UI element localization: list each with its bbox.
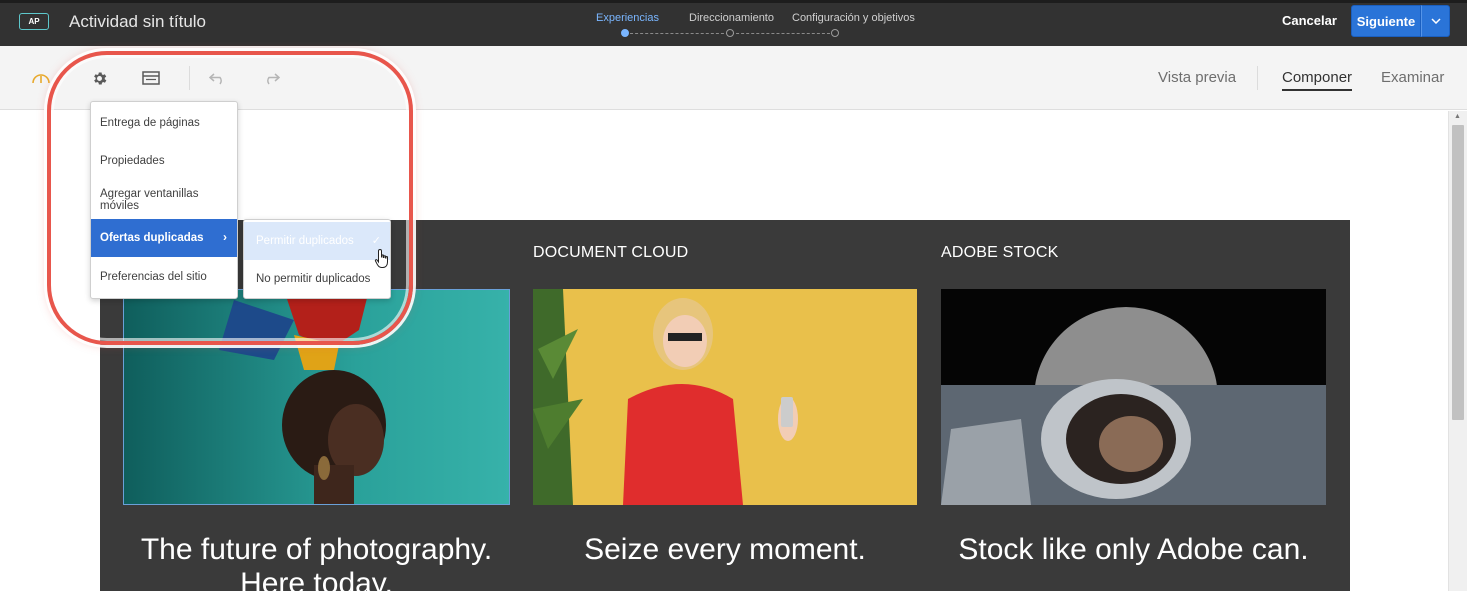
cancel-button[interactable]: Cancelar (1282, 13, 1337, 28)
adobe-stock-image[interactable] (941, 289, 1326, 505)
workflow-steps: Experiencias Direccionamiento Configurac… (590, 0, 920, 46)
chevron-right-icon: › (223, 230, 227, 244)
column-heading-2: DOCUMENT CLOUD (533, 244, 689, 261)
menu-item-duplicate-offers[interactable]: Ofertas duplicadas › (91, 219, 237, 257)
menu-item-site-preferences[interactable]: Preferencias del sitio (91, 258, 237, 296)
checkmark-icon: ✓ (371, 235, 381, 247)
duplicate-offers-submenu: Permitir duplicados ✓ No permitir duplic… (243, 219, 391, 299)
toolbar-separator (189, 66, 190, 90)
step-experiences[interactable]: Experiencias (596, 12, 659, 24)
next-dropdown-button[interactable] (1421, 5, 1450, 37)
step-dot-goals[interactable] (831, 29, 839, 37)
document-cloud-image[interactable] (533, 289, 917, 505)
column-heading-3: ADOBE STOCK (941, 244, 1059, 261)
next-button[interactable]: Siguiente (1351, 5, 1421, 37)
tab-compose[interactable]: Componer (1282, 69, 1353, 91)
tagline-1: The future of photography. Here today. (123, 533, 510, 591)
photography-image[interactable] (123, 289, 510, 505)
tagline-2: Seize every moment. (584, 533, 866, 566)
submenu-allow-duplicates-label: Permitir duplicados (256, 235, 354, 247)
gauge-icon[interactable] (31, 68, 51, 88)
tagline-1-line-2: Here today. (240, 567, 393, 591)
layout-icon[interactable] (141, 68, 161, 88)
canvas-scrollbar[interactable]: ▲ (1448, 111, 1467, 591)
step-dot-experiences[interactable] (621, 29, 629, 37)
gear-icon[interactable] (89, 68, 109, 88)
tab-preview[interactable]: Vista previa (1158, 69, 1236, 86)
step-goals-settings[interactable]: Configuración y objetivos (792, 12, 915, 24)
chevron-down-icon (1430, 18, 1441, 24)
menu-item-properties[interactable]: Propiedades (91, 142, 237, 180)
tagline-3: Stock like only Adobe can. (958, 533, 1309, 566)
menu-item-duplicate-offers-label: Ofertas duplicadas (100, 232, 204, 244)
settings-menu: Entrega de páginas Propiedades Agregar v… (90, 101, 238, 299)
tagline-1-line-1: The future of photography. (140, 533, 493, 566)
menu-item-page-delivery[interactable]: Entrega de páginas (91, 104, 237, 142)
app-header: AP Actividad sin título Experiencias Dir… (0, 0, 1467, 46)
submenu-disallow-duplicates[interactable]: No permitir duplicados (244, 260, 390, 298)
step-targeting[interactable]: Direccionamiento (689, 12, 774, 24)
hand-cursor-icon (374, 248, 392, 275)
step-dot-targeting[interactable] (726, 29, 734, 37)
submenu-allow-duplicates[interactable]: Permitir duplicados ✓ (244, 222, 390, 260)
activity-title[interactable]: Actividad sin título (69, 12, 206, 32)
redo-icon[interactable] (261, 68, 281, 88)
toolbar-separator (1257, 66, 1258, 90)
menu-item-add-mobile-viewports[interactable]: Agregar ventanillas móviles (91, 181, 237, 219)
scroll-up-arrow-icon[interactable]: ▲ (1454, 113, 1461, 120)
undo-icon[interactable] (208, 68, 228, 88)
app-logo-badge: AP (19, 13, 49, 30)
tab-browse[interactable]: Examinar (1381, 69, 1444, 86)
scroll-thumb[interactable] (1452, 125, 1464, 420)
